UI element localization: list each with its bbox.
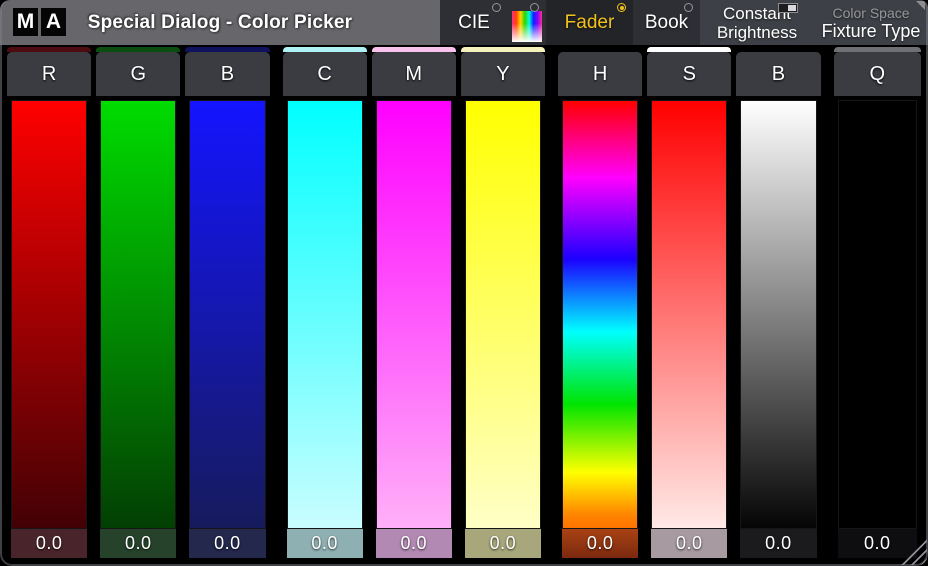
fader-track[interactable] bbox=[651, 100, 728, 529]
fader-header[interactable]: Y bbox=[460, 52, 546, 96]
radio-selected-icon bbox=[617, 3, 626, 12]
fader-label: M bbox=[405, 62, 423, 85]
fader-label: B bbox=[220, 62, 235, 85]
fader-value-box[interactable]: 0.0 bbox=[375, 529, 452, 558]
view-tabs: CIE Fader Book bbox=[440, 0, 700, 45]
fader-group: C 0.0 M 0.0 Y 0.0 bbox=[282, 47, 546, 558]
fader-header[interactable]: H bbox=[558, 52, 643, 96]
fader-value: 0.0 bbox=[214, 533, 241, 553]
fader-value-box[interactable]: 0.0 bbox=[837, 529, 917, 558]
fader-header[interactable]: C bbox=[282, 52, 367, 96]
fader-column: M 0.0 bbox=[371, 47, 456, 558]
fader-value: 0.0 bbox=[311, 533, 338, 553]
fader-track[interactable] bbox=[189, 100, 266, 529]
toggle-switch-icon bbox=[778, 3, 798, 13]
fader-header[interactable]: M bbox=[371, 52, 456, 96]
tab-book-label: Book bbox=[644, 11, 689, 33]
fader-header[interactable]: B bbox=[185, 52, 270, 96]
fader-label: H bbox=[592, 62, 608, 85]
fader-group: R 0.0 G 0.0 B 0.0 bbox=[7, 47, 270, 558]
fader-track[interactable] bbox=[740, 100, 817, 529]
fader-column: H 0.0 bbox=[558, 47, 643, 558]
fader-column: B 0.0 bbox=[185, 47, 270, 558]
ma-logo-m: M bbox=[13, 8, 38, 36]
ma-logo[interactable]: M A bbox=[13, 8, 66, 36]
fader-column: R 0.0 bbox=[7, 47, 92, 558]
dropdown-corner-icon bbox=[916, 1, 925, 10]
tab-color-swatch[interactable] bbox=[508, 0, 546, 45]
fader-value-box[interactable]: 0.0 bbox=[11, 529, 88, 558]
fader-label: Y bbox=[496, 62, 510, 85]
fader-row: R 0.0 G 0.0 B 0.0 C 0.0 M 0.0 Y 0.0 H 0.… bbox=[0, 45, 928, 566]
fader-label: B bbox=[771, 62, 786, 85]
fader-label: Q bbox=[869, 62, 886, 85]
color-space-value: Fixture Type bbox=[821, 20, 921, 41]
fader-label: C bbox=[317, 62, 332, 85]
fader-value: 0.0 bbox=[765, 533, 792, 553]
fader-value: 0.0 bbox=[400, 533, 428, 553]
fader-track[interactable] bbox=[464, 100, 542, 529]
fader-track[interactable] bbox=[100, 100, 177, 529]
fader-header[interactable]: Q bbox=[833, 52, 921, 96]
tab-book[interactable]: Book bbox=[633, 0, 700, 45]
radio-indicator-icon bbox=[530, 3, 539, 12]
radio-indicator-icon bbox=[684, 3, 693, 12]
dialog-title: Special Dialog - Color Picker bbox=[87, 11, 353, 33]
fader-group: Q 0.0 bbox=[833, 47, 921, 558]
tab-cie[interactable]: CIE bbox=[440, 0, 508, 45]
color-gradient-swatch-icon bbox=[512, 10, 542, 42]
fader-header[interactable]: R bbox=[7, 52, 92, 96]
fader-track[interactable] bbox=[375, 100, 452, 529]
fader-value-box[interactable]: 0.0 bbox=[740, 529, 817, 558]
fader-group: H 0.0 S 0.0 B 0.0 bbox=[558, 47, 821, 558]
title-bar-left: M A Special Dialog - Color Picker bbox=[0, 0, 440, 45]
fader-value: 0.0 bbox=[863, 533, 891, 553]
fader-label: S bbox=[682, 62, 696, 85]
fader-column: S 0.0 bbox=[647, 47, 732, 558]
title-bar-controls: Constant Brightness Color Space Fixture … bbox=[700, 0, 928, 45]
color-picker-dialog: M A Special Dialog - Color Picker CIE Fa… bbox=[0, 0, 928, 566]
fader-column: G 0.0 bbox=[96, 47, 181, 558]
tab-cie-label: CIE bbox=[458, 11, 490, 33]
fader-column: Q 0.0 bbox=[833, 47, 921, 558]
fader-value: 0.0 bbox=[586, 533, 614, 553]
fader-value: 0.0 bbox=[35, 533, 63, 553]
fader-header[interactable]: B bbox=[736, 52, 821, 96]
color-space-selector[interactable]: Color Space Fixture Type bbox=[814, 0, 928, 45]
fader-value-box[interactable]: 0.0 bbox=[189, 529, 266, 558]
fader-header[interactable]: G bbox=[96, 52, 181, 96]
constant-brightness-button[interactable]: Constant Brightness bbox=[700, 0, 814, 45]
tab-fader[interactable]: Fader bbox=[546, 0, 633, 45]
fader-value: 0.0 bbox=[675, 533, 703, 553]
ma-logo-a: A bbox=[41, 8, 66, 36]
radio-indicator-icon bbox=[492, 3, 501, 12]
fader-column: Y 0.0 bbox=[460, 47, 546, 558]
fader-value-box[interactable]: 0.0 bbox=[651, 529, 728, 558]
fader-label: R bbox=[41, 62, 57, 85]
fader-label: G bbox=[130, 62, 147, 85]
constant-brightness-line2: Brightness bbox=[716, 22, 798, 42]
fader-track[interactable] bbox=[562, 100, 639, 529]
fader-value: 0.0 bbox=[489, 533, 517, 553]
fader-track[interactable] bbox=[837, 100, 917, 529]
tab-fader-label: Fader bbox=[564, 11, 615, 33]
fader-column: C 0.0 bbox=[282, 47, 367, 558]
fader-value-box[interactable]: 0.0 bbox=[562, 529, 639, 558]
fader-value-box[interactable]: 0.0 bbox=[464, 529, 542, 558]
title-bar[interactable]: M A Special Dialog - Color Picker CIE Fa… bbox=[0, 0, 928, 45]
fader-value-box[interactable]: 0.0 bbox=[100, 529, 177, 558]
fader-header[interactable]: S bbox=[647, 52, 732, 96]
fader-value: 0.0 bbox=[124, 533, 152, 553]
fader-column: B 0.0 bbox=[736, 47, 821, 558]
fader-value-box[interactable]: 0.0 bbox=[286, 529, 363, 558]
color-space-caption: Color Space bbox=[832, 4, 910, 21]
fader-track[interactable] bbox=[286, 100, 363, 529]
fader-track[interactable] bbox=[11, 100, 88, 529]
